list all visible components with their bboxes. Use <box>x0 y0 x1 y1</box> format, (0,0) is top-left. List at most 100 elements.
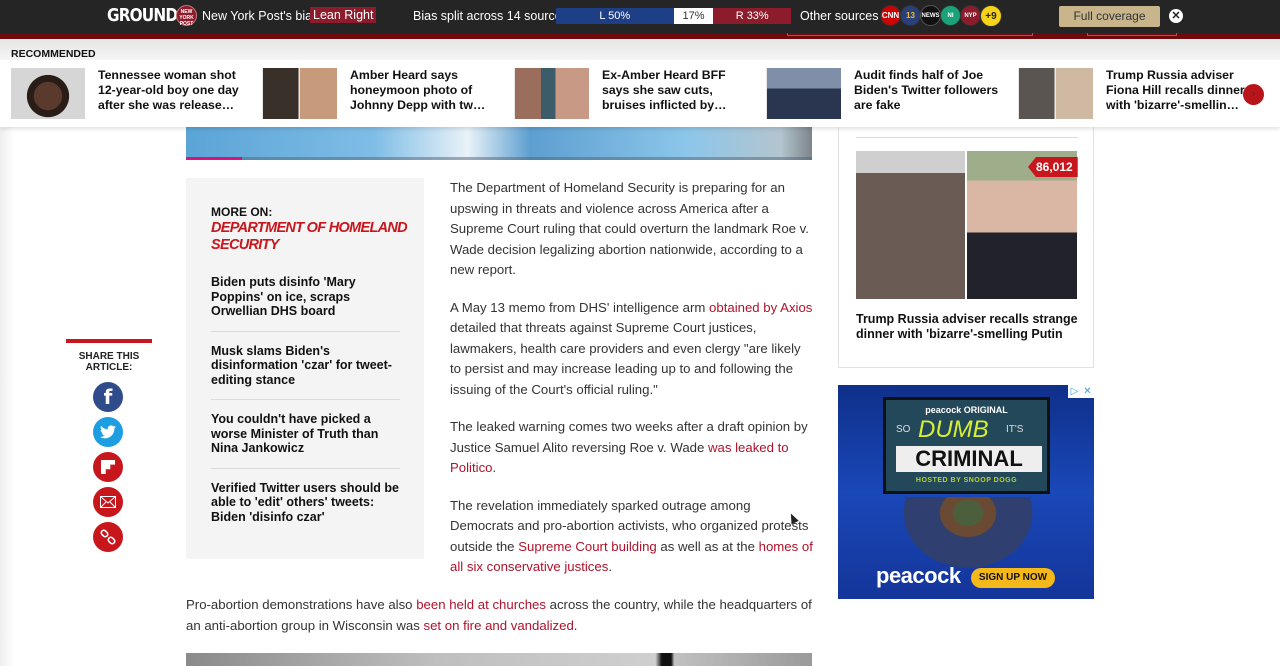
ad-brand-top: peacock ORIGINAL <box>925 405 1008 415</box>
recommended-thumbnail[interactable] <box>515 68 589 119</box>
recommended-title[interactable]: Amber Heard says honeymoon photo of John… <box>350 68 495 119</box>
media-track <box>186 157 812 160</box>
paragraph-text: Pro-abortion demonstrations have also <box>186 597 417 612</box>
article-paragraph: Pro-abortion demonstrations have also be… <box>186 595 816 636</box>
share-divider <box>66 339 152 343</box>
article-paragraph: The Department of Homeland Security is p… <box>450 180 809 277</box>
email-share-button[interactable] <box>93 487 123 517</box>
next-arrow-button[interactable]: › <box>1243 84 1264 105</box>
paragraph-text: as well as at the <box>656 538 759 554</box>
bias-split-bar: L 50% 17% R 33% <box>556 8 791 24</box>
article-body: The Department of Homeland Security is p… <box>450 178 814 595</box>
churches-link[interactable]: been held at churches <box>416 597 546 612</box>
more-on-item[interactable]: Musk slams Biden's disinformation 'czar'… <box>211 344 400 400</box>
bias-right-segment: R 33% <box>713 8 791 24</box>
bias-center-segment: 17% <box>673 8 714 24</box>
other-sources-label: Other sources <box>800 9 879 23</box>
news13-source-icon[interactable]: 13 <box>900 5 921 26</box>
card-divider <box>856 137 1078 138</box>
twitter-icon <box>100 425 116 439</box>
more-on-box: MORE ON: DEPARTMENT OF HOMELAND SECURITY… <box>186 178 424 559</box>
ni-source-icon[interactable]: NI <box>940 5 961 26</box>
axios-link[interactable]: obtained by Axios <box>709 300 812 315</box>
advertisement[interactable]: ▷ ✕ peacock ORIGINAL SO DUMB IT'S CRIMIN… <box>838 385 1094 599</box>
site-nav-bar <box>0 33 1280 39</box>
email-icon <box>100 496 116 508</box>
more-on-item[interactable]: You couldn't have picked a worse Ministe… <box>211 412 400 469</box>
ad-close-icon[interactable]: ✕ <box>1081 385 1094 398</box>
more-on-item[interactable]: Verified Twitter users should be able to… <box>211 481 400 537</box>
ad-choices-icon[interactable]: ▷ <box>1068 385 1081 398</box>
trending-card[interactable]: 86,012 Trump Russia adviser recalls stra… <box>838 125 1094 368</box>
recommended-item[interactable]: Amber Heard says honeymoon photo of John… <box>263 68 515 119</box>
more-sources-badge[interactable]: +9 <box>980 5 1002 27</box>
ad-choices[interactable]: ▷ ✕ <box>1068 385 1094 398</box>
share-label: SHARE THIS ARTICLE: <box>78 351 140 373</box>
close-icon[interactable]: ✕ <box>1169 9 1183 23</box>
ground-logo[interactable]: GROUND <box>107 5 178 26</box>
ad-brand-logo: peacock <box>876 563 961 588</box>
ad-text-its: IT'S <box>1006 424 1024 435</box>
ad-host-text: HOSTED BY SNOOP DOGG <box>915 477 1018 484</box>
ad-text-so: SO <box>896 424 911 435</box>
nyp-source-icon[interactable]: NYP <box>960 5 981 26</box>
recommended-title[interactable]: Ex-Amber Heard BFF says she saw cuts, br… <box>602 68 747 119</box>
image-left-half <box>856 151 965 299</box>
nav-ghost-element <box>787 33 1033 36</box>
flipboard-share-button[interactable] <box>93 452 123 482</box>
article-paragraph: The revelation immediately sparked outra… <box>450 496 814 578</box>
more-on-list: Biden puts disinfo 'Mary Poppins' on ice… <box>211 275 400 548</box>
recommended-item[interactable]: Tennessee woman shot 12-year-old boy one… <box>11 68 263 119</box>
ad-text-dumb: DUMB <box>918 416 989 443</box>
trending-title[interactable]: Trump Russia adviser recalls strange din… <box>856 312 1081 341</box>
recommended-title[interactable]: Audit finds half of Joe Biden's Twitter … <box>854 68 999 119</box>
article-paragraph: A May 13 memo from DHS' intelligence arm… <box>450 298 814 401</box>
paragraph-text: . <box>492 460 497 475</box>
other-sources-icons[interactable]: CNN 13 NEWS NI NYP +9 <box>880 5 1002 27</box>
article-paragraph: The leaked warning comes two weeks after… <box>450 417 814 479</box>
more-on-topic-link[interactable]: DEPARTMENT OF HOMELAND SECURITY <box>211 220 411 254</box>
article-image <box>186 653 812 666</box>
media-progress-bar[interactable] <box>186 157 243 160</box>
recommended-label: RECOMMENDED <box>11 48 96 60</box>
set-on-fire-link[interactable]: set on fire and vandalized <box>424 618 574 633</box>
bias-label: New York Post's bias: <box>202 9 322 23</box>
ad-signup-button[interactable]: SIGN UP NOW <box>971 568 1055 588</box>
page-edge-shadow <box>0 127 14 666</box>
bias-value-badge: Lean Right <box>310 7 377 23</box>
copy-link-button[interactable] <box>93 522 123 552</box>
link-icon <box>100 529 116 545</box>
paragraph-text: . <box>608 559 612 574</box>
facebook-share-button[interactable]: f <box>93 382 123 412</box>
recommended-list: Tennessee woman shot 12-year-old boy one… <box>11 68 1271 119</box>
paragraph-text: detailed that threats against Supreme Co… <box>450 320 801 397</box>
facebook-icon: f <box>103 385 113 409</box>
recommended-title[interactable]: Trump Russia adviser Fiona Hill recalls … <box>1106 68 1251 119</box>
ad-title-card: peacock ORIGINAL SO DUMB IT'S CRIMINAL H… <box>883 397 1050 494</box>
full-coverage-button[interactable]: Full coverage <box>1059 6 1160 27</box>
twitter-share-button[interactable] <box>93 417 123 447</box>
recommended-thumbnail[interactable] <box>11 68 85 119</box>
recommended-item[interactable]: Trump Russia adviser Fiona Hill recalls … <box>1019 68 1271 119</box>
bias-split-label: Bias split across 14 sources <box>413 9 568 23</box>
bias-left-segment: L 50% <box>556 8 674 24</box>
new-york-post-source-icon: NEW YORK POST <box>176 5 197 27</box>
recommended-thumbnail[interactable] <box>767 68 841 119</box>
supreme-court-building-link[interactable]: Supreme Court building <box>518 539 657 554</box>
recommended-item[interactable]: Audit finds half of Joe Biden's Twitter … <box>767 68 1019 119</box>
hero-media[interactable] <box>186 127 812 160</box>
flipboard-icon <box>101 460 115 474</box>
recommended-thumbnail[interactable] <box>1019 68 1093 119</box>
nav-ghost-element <box>1087 33 1177 36</box>
paragraph-text: A May 13 memo from DHS' intelligence arm <box>450 299 710 315</box>
recommended-thumbnail[interactable] <box>263 68 337 119</box>
recommended-item[interactable]: Ex-Amber Heard BFF says she saw cuts, br… <box>515 68 767 119</box>
recommended-title[interactable]: Tennessee woman shot 12-year-old boy one… <box>98 68 243 119</box>
news-source-icon[interactable]: NEWS <box>920 5 941 26</box>
recommended-strip: RECOMMENDED Tennessee woman shot 12-year… <box>0 39 1280 127</box>
more-on-item[interactable]: Biden puts disinfo 'Mary Poppins' on ice… <box>211 275 400 332</box>
ad-text-criminal: CRIMINAL <box>896 446 1042 472</box>
view-count-badge: 86,012 <box>1028 157 1078 177</box>
cnn-source-icon[interactable]: CNN <box>880 5 901 26</box>
paragraph-text: . <box>573 617 578 633</box>
